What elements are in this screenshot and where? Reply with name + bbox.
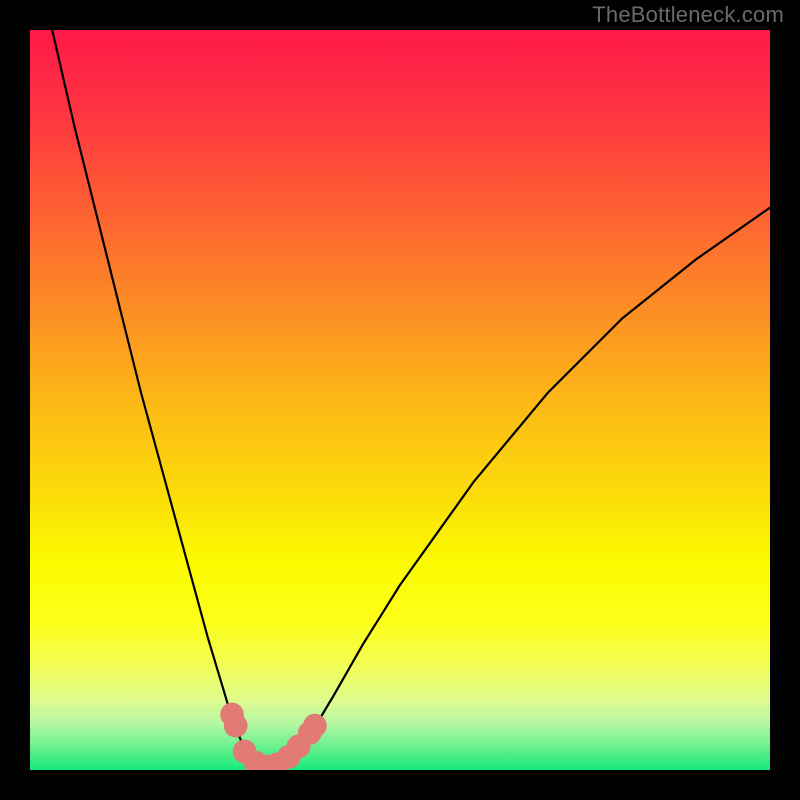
bottleneck-chart — [30, 30, 770, 770]
highlight-marker — [224, 714, 248, 738]
highlight-marker — [303, 714, 327, 738]
gradient-background — [30, 30, 770, 770]
plot-area — [30, 30, 770, 770]
chart-frame: TheBottleneck.com — [0, 0, 800, 800]
attribution-text: TheBottleneck.com — [592, 2, 784, 28]
